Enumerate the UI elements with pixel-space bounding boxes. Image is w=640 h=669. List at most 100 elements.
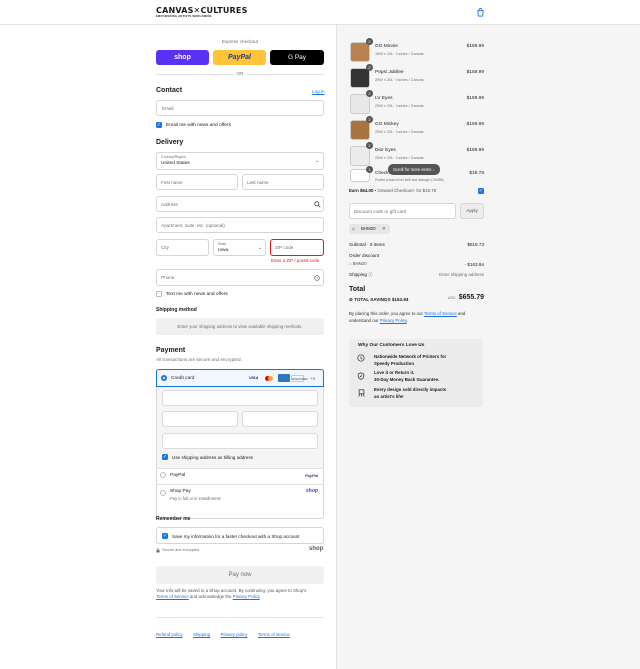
credit-card-option[interactable]: Credit card VISA DISCOVER +4 bbox=[156, 369, 324, 387]
apartment-field[interactable]: Apartment, suite, etc. (optional) bbox=[156, 217, 324, 233]
protection-price: $19.78 bbox=[469, 171, 484, 176]
shipping-label-text: Shipping bbox=[349, 272, 367, 277]
love-box: Why Our Customers Love Us Nationwide Net… bbox=[349, 339, 483, 407]
scroll-more-tooltip[interactable]: Scroll for more items ↓ bbox=[388, 164, 440, 175]
love-item: Every design sold directly impacts an art… bbox=[374, 387, 446, 400]
last-name-field[interactable]: Last name bbox=[242, 174, 324, 190]
phone-field[interactable]: Phone ? bbox=[156, 269, 324, 286]
shipping-method-title: Shipping method bbox=[156, 307, 197, 313]
savings-row: ⊘ TOTAL SAVINGS $163.94 bbox=[349, 297, 408, 303]
discount-tag: ⌂ BHM20 ✕ bbox=[349, 224, 390, 234]
expiration-field[interactable] bbox=[162, 411, 238, 427]
shoppay-option-label[interactable]: Shop Pay bbox=[170, 489, 191, 494]
city-field[interactable]: City bbox=[156, 239, 209, 256]
love-item-line2: Speedy Production bbox=[374, 360, 415, 366]
email-field[interactable]: Email bbox=[156, 100, 324, 116]
google-pay-button[interactable]: G Pay bbox=[270, 50, 324, 65]
discount-placeholder: Discount code or gift card bbox=[354, 209, 407, 214]
lock-icon bbox=[156, 548, 160, 553]
login-link[interactable]: Log in bbox=[312, 89, 325, 94]
privacy-link[interactable]: Privacy Policy bbox=[380, 318, 407, 323]
info-icon[interactable]: ⓘ bbox=[368, 272, 373, 277]
remove-tag-icon[interactable]: ✕ bbox=[382, 226, 386, 231]
zip-placeholder: ZIP code bbox=[275, 245, 294, 250]
credit-card-label: Credit card bbox=[171, 375, 195, 381]
shop-privacy-link[interactable]: Privacy Policy bbox=[233, 594, 260, 599]
printer-badge-icon bbox=[357, 354, 365, 362]
logo[interactable]: CANVAS✕CULTURES bbox=[156, 7, 248, 15]
save-info-checkbox[interactable]: ✓ bbox=[162, 533, 168, 539]
legal-line1: Your info will be saved to a Shop accoun… bbox=[156, 588, 307, 593]
divider-left bbox=[156, 74, 234, 75]
payment-title: Payment bbox=[156, 347, 186, 354]
terms-of-service-link[interactable]: Terms of service bbox=[258, 632, 290, 637]
name-on-card-field[interactable] bbox=[162, 433, 318, 449]
discount-tag-label: BHM20 bbox=[361, 226, 376, 231]
visa-icon: VISA bbox=[249, 375, 259, 380]
chevron-down-icon: ⌄ bbox=[258, 245, 263, 251]
order-discount-label: Order discount bbox=[349, 253, 380, 258]
footer-links: Refund policy Shipping Privacy policy Te… bbox=[156, 623, 296, 641]
love-item-line1: Every design sold directly impacts bbox=[374, 387, 447, 392]
item-variant: 20W x 20L · Inches / Canvas bbox=[375, 104, 424, 108]
item-price: $159.99 bbox=[466, 122, 484, 127]
email-news-label: Email me with news and offers bbox=[166, 122, 231, 128]
quantity-badge: 2 bbox=[366, 64, 373, 71]
earn-row: Earn $64.00 • Onward Checkout+ for $19.7… bbox=[349, 188, 436, 193]
protection-sub: Protect product from theft and damage (C… bbox=[375, 178, 444, 182]
paypal-option-label[interactable]: PayPal bbox=[170, 473, 185, 478]
product-thumbnail bbox=[350, 68, 370, 88]
paypal-button[interactable]: PayPal bbox=[213, 50, 266, 65]
country-select[interactable]: Country/Region United States ⌄ bbox=[156, 152, 324, 170]
shop-pay-button[interactable]: shop bbox=[156, 50, 209, 65]
paypal-label: PayPal bbox=[228, 54, 251, 61]
agree-prefix: By placing this order, you agree to our bbox=[349, 311, 425, 316]
shop-terms-link[interactable]: Terms of Service bbox=[156, 594, 189, 599]
onward-checkbox[interactable]: ✓ bbox=[478, 188, 484, 194]
shoppay-radio[interactable] bbox=[160, 490, 166, 496]
zip-field[interactable]: ZIP code bbox=[270, 239, 324, 256]
logo-tagline: EMPOWERING ARTISTS WORLDWIDE bbox=[156, 15, 212, 18]
love-item: Love it or Return it. 30-Day Money Back G… bbox=[374, 370, 439, 383]
or-label: OR bbox=[236, 71, 244, 76]
divider bbox=[156, 484, 324, 485]
item-price: $159.99 bbox=[466, 148, 484, 153]
text-news-checkbox[interactable] bbox=[156, 291, 162, 297]
svg-text:?: ? bbox=[316, 277, 318, 281]
card-number-field[interactable] bbox=[162, 390, 318, 406]
shop-logo: shop bbox=[309, 546, 324, 552]
radio-selected[interactable] bbox=[161, 375, 167, 381]
terms-link[interactable]: Terms of Service bbox=[424, 311, 457, 316]
email-news-checkbox[interactable]: ✓ bbox=[156, 122, 162, 128]
address-field[interactable]: Address bbox=[156, 196, 324, 212]
love-item-line2: 30-Day Money Back Guarantee. bbox=[374, 376, 440, 382]
billing-same-checkbox[interactable]: ✓ bbox=[162, 454, 168, 460]
shipping-link[interactable]: Shipping bbox=[193, 632, 210, 637]
pay-now-button[interactable]: Pay now bbox=[156, 566, 324, 584]
state-select[interactable]: State Iowa ⌄ bbox=[213, 239, 266, 256]
card-form: ✓ Use shipping address as billing addres… bbox=[156, 387, 324, 468]
first-name-placeholder: First name bbox=[161, 180, 183, 185]
privacy-policy-link[interactable]: Privacy policy bbox=[221, 632, 248, 637]
discount-field[interactable]: Discount code or gift card bbox=[349, 203, 456, 219]
item-variant: 20W x 20L · Inches / Canvas bbox=[375, 130, 424, 134]
shopping-bag-icon[interactable] bbox=[476, 8, 485, 17]
item-name: GG Mickey bbox=[375, 122, 399, 127]
amex-icon bbox=[278, 374, 290, 382]
refund-policy-link[interactable]: Refund policy bbox=[156, 632, 183, 637]
love-item: Nationwide Network of Printers for Speedy… bbox=[374, 354, 446, 367]
subtotal-value: $819.73 bbox=[467, 242, 484, 247]
paypal-radio[interactable] bbox=[160, 472, 166, 478]
express-checkout-title: Express checkout bbox=[221, 39, 259, 44]
help-icon[interactable]: ? bbox=[314, 275, 320, 281]
tag-icon: ⌂ bbox=[352, 226, 356, 232]
shipping-value: Enter shipping address bbox=[439, 272, 484, 277]
last-name-placeholder: Last name bbox=[247, 180, 269, 185]
shipping-method-notice: Enter your shipping address to view avai… bbox=[177, 324, 303, 329]
payment-subtitle: All transactions are secure and encrypte… bbox=[156, 357, 242, 362]
first-name-field[interactable]: First name bbox=[156, 174, 238, 190]
state-label: State bbox=[218, 242, 227, 246]
apply-button[interactable]: Apply bbox=[460, 203, 484, 219]
security-code-field[interactable] bbox=[242, 411, 318, 427]
country-value: United States bbox=[161, 161, 190, 166]
